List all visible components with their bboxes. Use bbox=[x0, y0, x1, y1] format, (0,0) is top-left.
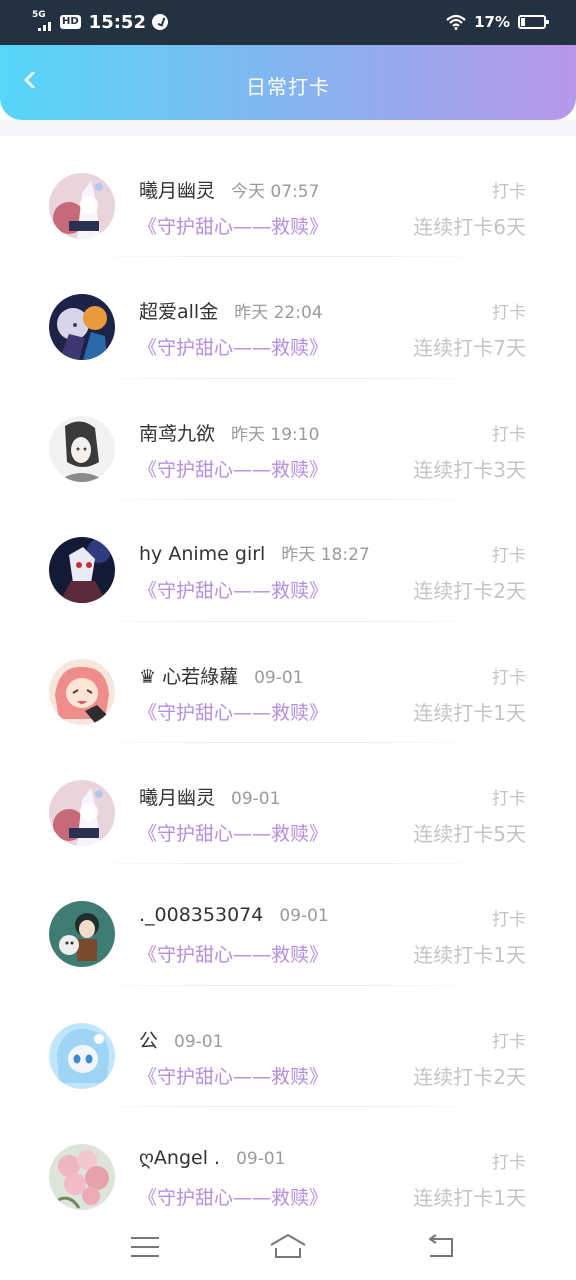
wifi-icon bbox=[446, 14, 466, 30]
header-bar: 日常打卡 bbox=[0, 45, 576, 120]
checkin-row[interactable]: 公 09-01 《守护甜心——救赎》 打卡连续打卡2天 bbox=[0, 986, 576, 1108]
checkin-tag: 打卡 bbox=[492, 667, 526, 688]
book-title-link[interactable]: 《守护甜心——救赎》 bbox=[138, 1183, 328, 1210]
user-line: 南鸢九欲 昨天 19:10 bbox=[139, 419, 319, 446]
avatar-anime-white-image bbox=[49, 779, 115, 846]
checkin-tag: 打卡 bbox=[492, 303, 526, 324]
checkin-row[interactable]: 曦月幽灵 今天 07:57 《守护甜心——救赎》 打卡连续打卡6天 bbox=[0, 136, 576, 258]
checkin-time: 09-01 bbox=[279, 906, 329, 927]
battery-icon bbox=[518, 15, 549, 29]
checkin-time: 昨天 19:10 bbox=[231, 424, 320, 445]
hd-badge: HD bbox=[60, 15, 81, 29]
checkin-list: 曦月幽灵 今天 07:57 《守护甜心——救赎》 打卡 连续打卡6天 超爱all金 昨天 2… bbox=[0, 136, 576, 1229]
checkin-time: 09-01 bbox=[254, 667, 304, 688]
book-title-link[interactable]: 《守护甜心——救赎》 bbox=[138, 1062, 328, 1089]
return-icon[interactable] bbox=[424, 1232, 458, 1262]
checkin-streak: 连续打卡5天 bbox=[413, 821, 526, 846]
user-name[interactable]: ._008353074 bbox=[139, 904, 263, 926]
checkin-streak: 连续打卡1天 bbox=[413, 943, 526, 968]
user-name[interactable]: ♛ 心若綠蘿 bbox=[139, 662, 238, 689]
status-time: 15:52 bbox=[88, 11, 146, 33]
checkin-streak: 连续打卡2天 bbox=[413, 579, 526, 604]
checkin-row[interactable]: 超爱all金 昨天 22:04 《守护甜心——救赎》 打卡连续打卡7天 bbox=[0, 257, 576, 379]
checkin-time: 09-01 bbox=[231, 788, 281, 809]
menu-icon[interactable] bbox=[128, 1232, 162, 1262]
checkin-streak: 连续打卡1天 bbox=[413, 700, 526, 725]
user-name[interactable]: hy Anime girl bbox=[139, 543, 265, 565]
user-line: ._008353074 09-01 bbox=[139, 904, 329, 926]
avatar-anime-white-image bbox=[49, 173, 115, 239]
checkin-tag: 打卡 bbox=[492, 424, 526, 445]
checkin-row[interactable]: ღAngel . 09-01 《守护甜心——救赎》 打卡连续打卡1天 bbox=[0, 1107, 576, 1229]
status-app-icon bbox=[151, 14, 168, 30]
avatar[interactable] bbox=[49, 294, 115, 361]
avatar[interactable] bbox=[49, 779, 115, 846]
book-title-link[interactable]: 《守护甜心——救赎》 bbox=[138, 212, 328, 239]
user-name[interactable]: 曦月幽灵 bbox=[139, 783, 215, 810]
cellular-signal-icon: 5G bbox=[32, 11, 54, 33]
book-title-link[interactable]: 《守护甜心——救赎》 bbox=[138, 940, 328, 967]
status-bar: 5G HD 15:52 17% bbox=[0, 0, 576, 45]
avatar[interactable] bbox=[49, 901, 115, 968]
checkin-row[interactable]: ._008353074 09-01 《守护甜心——救赎》 打卡连续打卡1天 bbox=[0, 864, 576, 986]
checkin-time: 09-01 bbox=[174, 1031, 224, 1052]
avatar[interactable] bbox=[49, 173, 115, 239]
book-title-link[interactable]: 《守护甜心——救赎》 bbox=[138, 455, 328, 482]
checkin-tag: 打卡 bbox=[492, 1031, 526, 1052]
avatar[interactable] bbox=[49, 415, 115, 482]
user-name[interactable]: 曦月幽灵 bbox=[139, 176, 215, 203]
page-title: 日常打卡 bbox=[246, 75, 330, 99]
user-line: ♛ 心若綠蘿 09-01 bbox=[139, 662, 303, 689]
checkin-streak: 连续打卡6天 bbox=[413, 215, 526, 239]
avatar[interactable] bbox=[49, 658, 115, 725]
book-title-link[interactable]: 《守护甜心——救赎》 bbox=[138, 333, 328, 360]
checkin-streak: 连续打卡1天 bbox=[413, 1186, 526, 1211]
book-title-link[interactable]: 《守护甜心——救赎》 bbox=[138, 819, 328, 846]
user-name[interactable]: 超爱all金 bbox=[139, 297, 218, 324]
book-title-link[interactable]: 《守护甜心——救赎》 bbox=[138, 576, 328, 603]
user-line: 公 09-01 bbox=[139, 1026, 223, 1053]
user-line: 超爱all金 昨天 22:04 bbox=[139, 297, 323, 324]
checkin-row[interactable]: 曦月幽灵 09-01 《守护甜心——救赎》 打卡连续打卡5天 bbox=[0, 743, 576, 865]
checkin-time: 09-01 bbox=[236, 1149, 286, 1170]
avatar-anime-sketch-image bbox=[49, 415, 115, 482]
checkin-row[interactable]: 南鸢九欲 昨天 19:10 《守护甜心——救赎》 打卡连续打卡3天 bbox=[0, 379, 576, 501]
user-line: 曦月幽灵 09-01 bbox=[139, 783, 280, 810]
user-name[interactable]: 南鸢九欲 bbox=[139, 419, 215, 446]
user-name[interactable]: ღAngel . bbox=[139, 1147, 220, 1169]
checkin-time: 昨天 18:27 bbox=[281, 545, 370, 566]
avatar-flowers-image bbox=[49, 1144, 115, 1211]
checkin-streak: 连续打卡7天 bbox=[413, 336, 526, 361]
checkin-tag: 打卡 bbox=[492, 1153, 526, 1174]
checkin-streak: 连续打卡3天 bbox=[413, 457, 526, 482]
system-nav-bar bbox=[0, 1214, 576, 1280]
checkin-row[interactable]: hy Anime girl 昨天 18:27 《守护甜心——救赎》 打卡连续打卡2天 bbox=[0, 500, 576, 622]
avatar[interactable] bbox=[49, 1022, 115, 1089]
battery-percent: 17% bbox=[474, 13, 510, 31]
home-icon[interactable] bbox=[269, 1232, 307, 1262]
book-title-link[interactable]: 《守护甜心——救赎》 bbox=[138, 698, 328, 725]
checkin-tag: 打卡 bbox=[492, 910, 526, 931]
user-name[interactable]: 公 bbox=[139, 1026, 158, 1053]
avatar-anime-mask-image bbox=[49, 537, 115, 604]
checkin-streak: 连续打卡2天 bbox=[413, 1064, 526, 1089]
checkin-time: 昨天 22:04 bbox=[234, 303, 323, 324]
avatar-anime-green-image bbox=[49, 901, 115, 968]
avatar-anime-blue-image bbox=[49, 1022, 115, 1089]
checkin-tag: 打卡 bbox=[492, 788, 526, 809]
avatar[interactable] bbox=[49, 1144, 115, 1211]
avatar-anime-duo-image bbox=[49, 294, 115, 361]
user-line: hy Anime girl 昨天 18:27 bbox=[139, 540, 370, 565]
checkin-row[interactable]: ♛ 心若綠蘿 09-01 《守护甜心——救赎》 打卡连续打卡1天 bbox=[0, 622, 576, 743]
user-line: 曦月幽灵 今天 07:57 bbox=[139, 176, 319, 203]
avatar[interactable] bbox=[49, 537, 115, 604]
checkin-time: 今天 07:57 bbox=[231, 182, 320, 202]
user-line: ღAngel . 09-01 bbox=[139, 1147, 286, 1169]
checkin-tag: 打卡 bbox=[492, 182, 526, 202]
header-gap bbox=[0, 120, 576, 136]
checkin-tag: 打卡 bbox=[492, 546, 526, 567]
avatar-anime-pink-image bbox=[49, 658, 115, 725]
